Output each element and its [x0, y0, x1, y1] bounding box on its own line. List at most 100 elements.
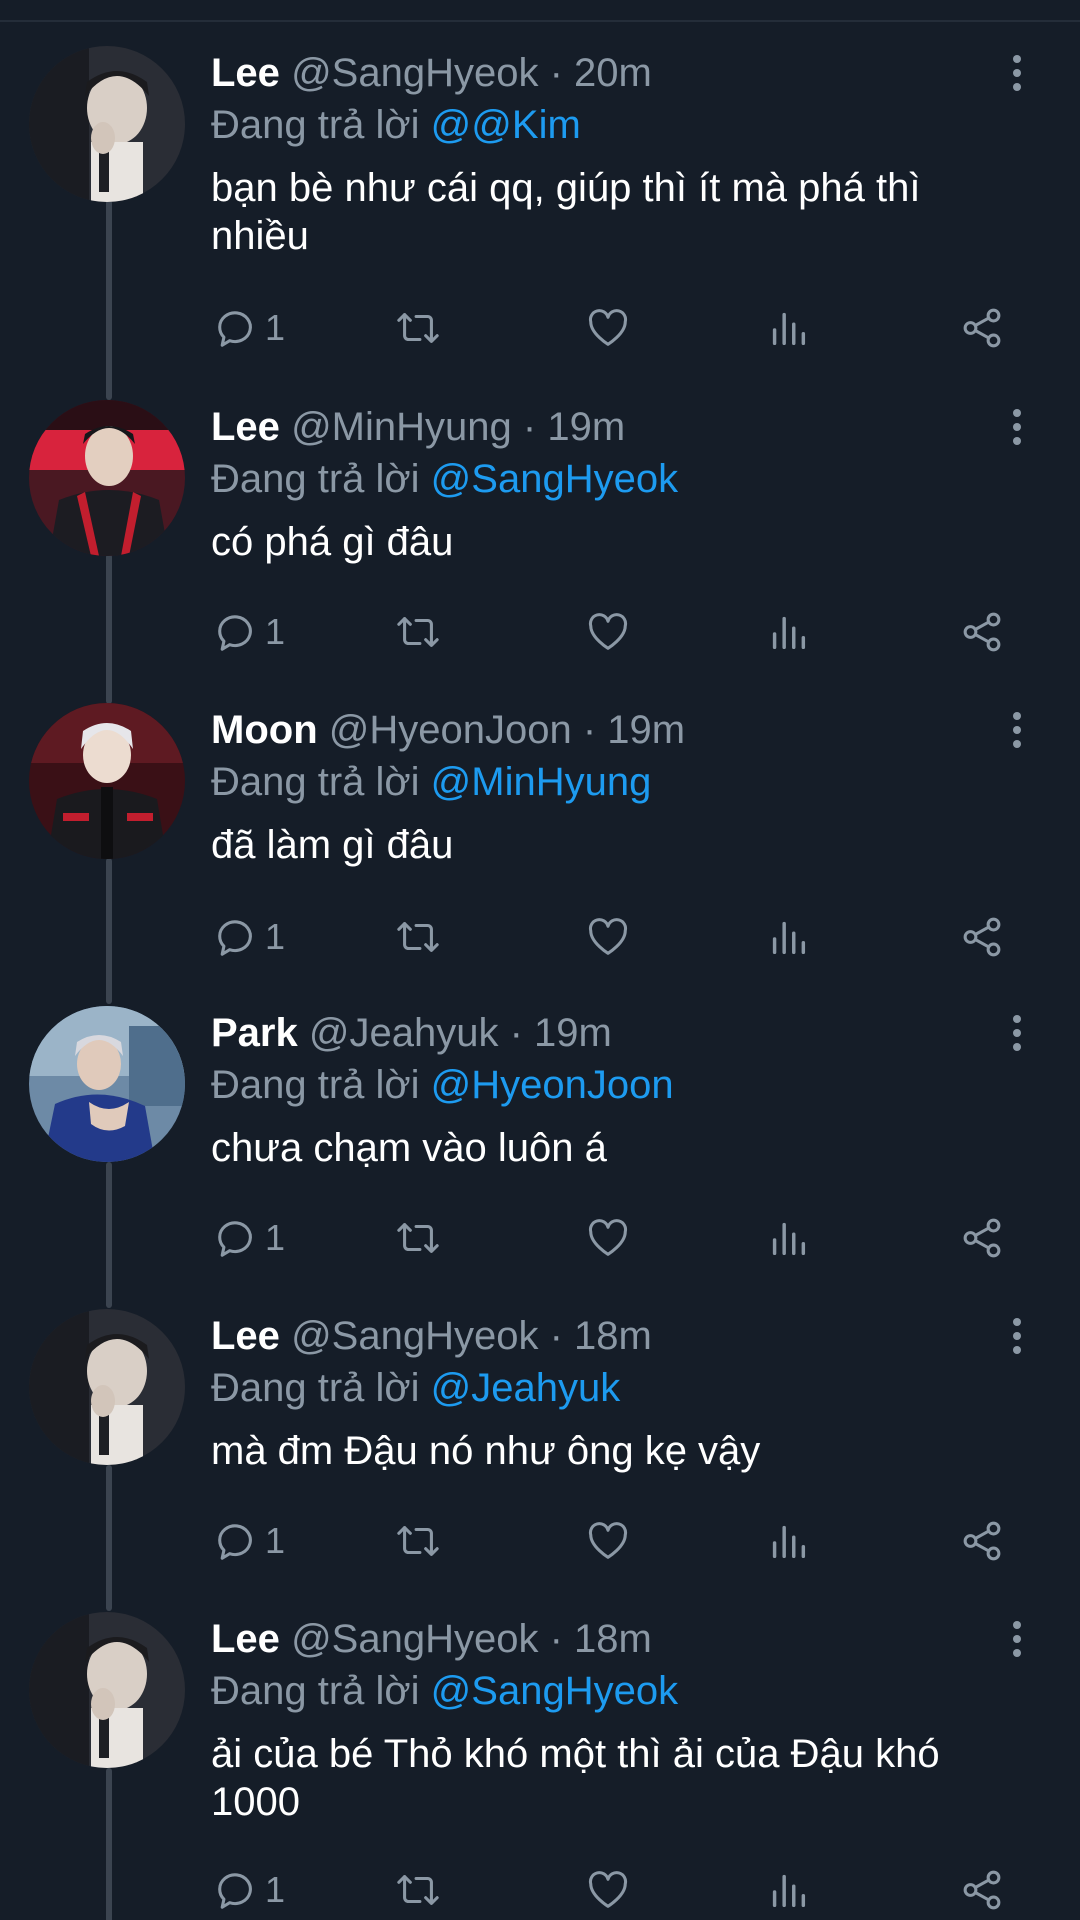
- share-icon: [963, 1218, 1001, 1258]
- tweet[interactable]: Lee @SangHyeok · 18m Đang trả lời @SangH…: [0, 1612, 1080, 1920]
- timestamp[interactable]: 19m: [607, 708, 685, 752]
- share-button[interactable]: [959, 909, 1005, 965]
- action-bar: 1: [211, 1862, 1031, 1918]
- retweet-button[interactable]: [395, 1210, 441, 1266]
- stats-button[interactable]: [765, 300, 811, 356]
- tweet[interactable]: Moon @HyeonJoon · 19m Đang trả lời @MinH…: [0, 703, 1080, 963]
- avatar[interactable]: [29, 1006, 185, 1162]
- tweet[interactable]: Lee @SangHyeok · 20m Đang trả lời @@Kim …: [0, 46, 1080, 356]
- replying-to: Đang trả lời @HyeonJoon: [211, 1060, 674, 1110]
- mention-link[interactable]: @Jeahyuk: [431, 1366, 621, 1410]
- avatar[interactable]: [29, 703, 185, 859]
- mention-link[interactable]: @@Kim: [431, 103, 581, 147]
- more-vertical-icon[interactable]: [1000, 48, 1034, 98]
- avatar[interactable]: [29, 400, 185, 556]
- tweet-header: Park @Jeahyuk · 19m: [211, 1008, 612, 1058]
- reply-button[interactable]: 1: [213, 1862, 285, 1918]
- share-icon: [963, 612, 1001, 652]
- like-button[interactable]: [585, 1862, 631, 1918]
- stats-icon: [772, 1222, 806, 1256]
- tweet[interactable]: Lee @SangHyeok · 18m Đang trả lời @Jeahy…: [0, 1309, 1080, 1569]
- action-bar: 1: [211, 300, 1031, 356]
- avatar[interactable]: [29, 1309, 185, 1465]
- like-button[interactable]: [585, 1210, 631, 1266]
- display-name[interactable]: Lee: [211, 51, 280, 95]
- mention-link[interactable]: @MinHyung: [431, 760, 652, 804]
- avatar[interactable]: [29, 1612, 185, 1768]
- stats-button[interactable]: [765, 909, 811, 965]
- retweet-button[interactable]: [395, 909, 441, 965]
- retweet-button[interactable]: [395, 604, 441, 660]
- more-vertical-icon[interactable]: [1000, 1008, 1034, 1058]
- share-icon: [963, 917, 1001, 957]
- user-handle[interactable]: @SangHyeok: [291, 51, 538, 95]
- stats-button[interactable]: [765, 1210, 811, 1266]
- share-button[interactable]: [959, 1210, 1005, 1266]
- reply-count: 1: [265, 307, 286, 348]
- tweet[interactable]: Park @Jeahyuk · 19m Đang trả lời @HyeonJ…: [0, 1006, 1080, 1266]
- like-button[interactable]: [585, 300, 631, 356]
- like-button[interactable]: [585, 1513, 631, 1569]
- retweet-button[interactable]: [395, 300, 441, 356]
- more-vertical-icon[interactable]: [1000, 1311, 1034, 1361]
- user-handle[interactable]: @SangHyeok: [291, 1314, 538, 1358]
- stats-icon: [772, 616, 806, 650]
- like-button[interactable]: [585, 909, 631, 965]
- avatar[interactable]: [29, 46, 185, 202]
- retweet-button[interactable]: [395, 1513, 441, 1569]
- stats-button[interactable]: [765, 1513, 811, 1569]
- tweet[interactable]: Lee @MinHyung · 19m Đang trả lời @SangHy…: [0, 400, 1080, 660]
- retweet-icon: [397, 617, 439, 647]
- timestamp[interactable]: 19m: [534, 1011, 612, 1055]
- replying-to: Đang trả lời @Jeahyuk: [211, 1363, 620, 1413]
- more-vertical-icon[interactable]: [1000, 1614, 1034, 1664]
- reply-button[interactable]: 1: [213, 1210, 285, 1266]
- share-button[interactable]: [959, 604, 1005, 660]
- heart-icon: [588, 1522, 628, 1559]
- display-name[interactable]: Lee: [211, 405, 280, 449]
- user-handle[interactable]: @SangHyeok: [291, 1617, 538, 1661]
- share-button[interactable]: [959, 300, 1005, 356]
- reply-button[interactable]: 1: [213, 604, 285, 660]
- share-icon: [963, 308, 1001, 348]
- timestamp[interactable]: 18m: [574, 1617, 652, 1661]
- replying-to: Đang trả lời @SangHyeok: [211, 1666, 678, 1716]
- share-button[interactable]: [959, 1513, 1005, 1569]
- user-handle[interactable]: @HyeonJoon: [329, 708, 572, 752]
- more-vertical-icon[interactable]: [1000, 705, 1034, 755]
- display-name[interactable]: Lee: [211, 1617, 280, 1661]
- user-handle[interactable]: @Jeahyuk: [309, 1011, 499, 1055]
- retweet-button[interactable]: [395, 1862, 441, 1918]
- mention-link[interactable]: @SangHyeok: [431, 457, 678, 501]
- reply-button[interactable]: 1: [213, 909, 285, 965]
- more-vertical-icon[interactable]: [1000, 402, 1034, 452]
- replying-to: Đang trả lời @MinHyung: [211, 757, 651, 807]
- tweet-header: Lee @MinHyung · 19m: [211, 402, 625, 452]
- tweet-header: Lee @SangHyeok · 18m: [211, 1311, 652, 1361]
- like-button[interactable]: [585, 604, 631, 660]
- retweet-icon: [397, 1223, 439, 1253]
- reply-icon: [218, 920, 252, 956]
- stats-button[interactable]: [765, 1862, 811, 1918]
- separator-dot: ·: [549, 51, 563, 95]
- timestamp[interactable]: 20m: [574, 51, 652, 95]
- mention-link[interactable]: @HyeonJoon: [431, 1063, 674, 1107]
- replying-to-label: Đang trả lời: [211, 1063, 420, 1107]
- reply-button[interactable]: 1: [213, 1513, 285, 1569]
- stats-button[interactable]: [765, 604, 811, 660]
- timestamp[interactable]: 19m: [547, 405, 625, 449]
- share-icon: [963, 1870, 1001, 1910]
- reply-button[interactable]: 1: [213, 300, 285, 356]
- action-bar: 1: [211, 1210, 1031, 1266]
- reply-icon: [218, 311, 252, 347]
- user-handle[interactable]: @MinHyung: [291, 405, 512, 449]
- display-name[interactable]: Park: [211, 1011, 298, 1055]
- display-name[interactable]: Lee: [211, 1314, 280, 1358]
- reply-icon: [218, 615, 252, 651]
- heart-icon: [588, 1871, 628, 1908]
- share-button[interactable]: [959, 1862, 1005, 1918]
- mention-link[interactable]: @SangHyeok: [431, 1669, 678, 1713]
- display-name[interactable]: Moon: [211, 708, 318, 752]
- stats-icon: [772, 1525, 806, 1559]
- timestamp[interactable]: 18m: [574, 1314, 652, 1358]
